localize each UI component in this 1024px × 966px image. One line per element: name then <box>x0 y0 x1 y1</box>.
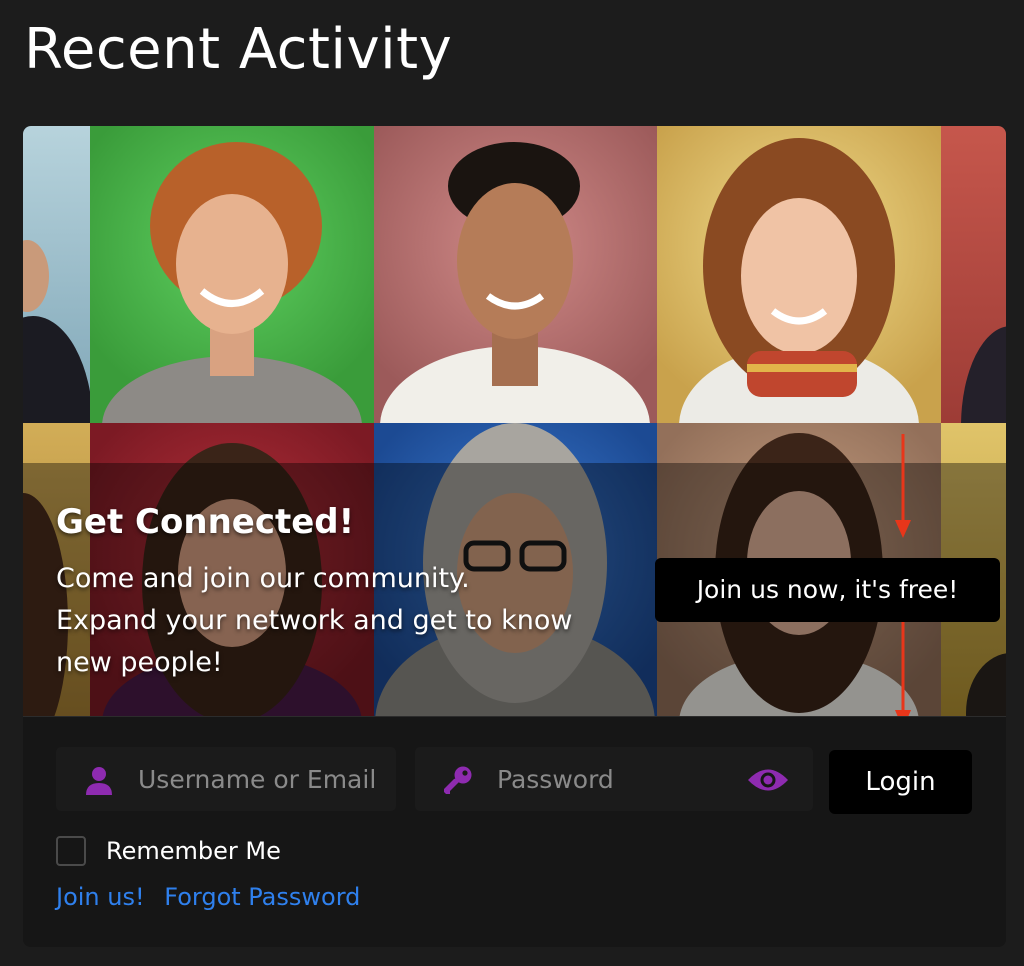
remember-me[interactable]: Remember Me <box>56 836 281 866</box>
password-input[interactable] <box>497 747 727 811</box>
login-card: Get Connected! Come and join our communi… <box>23 126 1006 947</box>
photo-tile <box>941 126 1006 423</box>
user-icon <box>86 767 112 795</box>
join-link[interactable]: Join us! <box>56 883 145 911</box>
login-button[interactable]: Login <box>829 750 972 814</box>
annotation-arrow-icon <box>895 622 911 729</box>
remember-me-checkbox[interactable] <box>56 836 86 866</box>
hero-heading: Get Connected! <box>56 502 355 542</box>
account-links: Join us! Forgot Password <box>56 883 372 911</box>
hero-description-line: new people! <box>56 647 223 678</box>
remember-me-label: Remember Me <box>106 837 281 865</box>
page-title: Recent Activity <box>24 17 453 82</box>
hero-description: Come and join our community. Expand your… <box>56 558 656 684</box>
username-input[interactable] <box>138 747 388 811</box>
username-field <box>56 747 396 811</box>
eye-icon[interactable] <box>746 765 790 795</box>
login-form: Login Remember Me Join us! Forgot Passwo… <box>23 716 1006 947</box>
photo-tile <box>23 126 90 423</box>
join-tooltip: Join us now, it's free! <box>655 558 1000 622</box>
photo-tile <box>374 126 657 423</box>
forgot-password-link[interactable]: Forgot Password <box>164 883 360 911</box>
photo-tile <box>90 126 374 423</box>
photo-tile <box>657 126 941 423</box>
annotation-arrow-icon <box>895 434 911 538</box>
key-icon <box>444 766 472 794</box>
hero-description-line: Expand your network and get to know <box>56 605 573 636</box>
hero-description-line: Come and join our community. <box>56 563 470 594</box>
hero-banner: Get Connected! Come and join our communi… <box>23 126 1006 716</box>
